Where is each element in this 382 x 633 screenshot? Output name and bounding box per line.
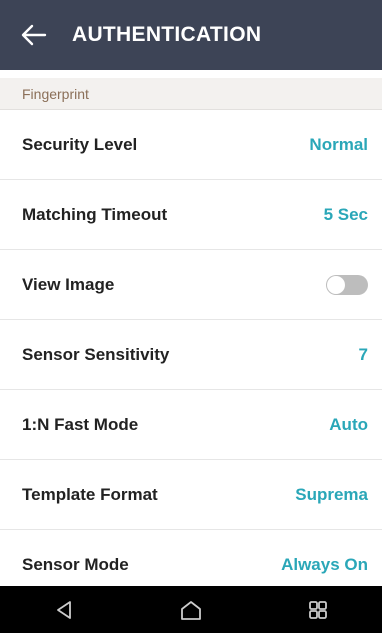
setting-fast-mode[interactable]: 1:N Fast Mode Auto [0, 390, 382, 460]
toggle-knob [327, 275, 345, 294]
system-nav-bar [0, 586, 382, 633]
view-image-toggle[interactable] [326, 274, 368, 295]
section-label: Fingerprint [22, 85, 89, 102]
setting-label: Security Level [22, 134, 138, 154]
setting-security-level[interactable]: Security Level Normal [0, 110, 382, 180]
nav-home-icon[interactable] [161, 586, 221, 633]
setting-label: Template Format [22, 484, 158, 504]
setting-value: Always On [281, 555, 368, 574]
setting-value: 5 Sec [323, 204, 368, 224]
settings-list: Security Level Normal Matching Timeout 5… [0, 110, 382, 600]
setting-view-image[interactable]: View Image [0, 250, 382, 320]
setting-label: Matching Timeout [22, 204, 168, 224]
setting-value: 7 [358, 344, 368, 364]
setting-value: Normal [309, 134, 368, 154]
nav-recents-icon[interactable] [288, 586, 348, 633]
nav-back-icon[interactable] [34, 586, 94, 633]
back-arrow-icon[interactable] [8, 0, 60, 70]
setting-matching-timeout[interactable]: Matching Timeout 5 Sec [0, 180, 382, 250]
setting-label: 1:N Fast Mode [22, 414, 139, 434]
setting-label: Sensor Mode [22, 555, 129, 574]
page-title: AUTHENTICATION [72, 23, 262, 46]
setting-label: Sensor Sensitivity [22, 344, 170, 364]
setting-label: View Image [22, 274, 115, 294]
authentication-screen: AUTHENTICATION Fingerprint Security Leve… [0, 0, 382, 633]
setting-value: Suprema [295, 484, 368, 504]
setting-sensor-sensitivity[interactable]: Sensor Sensitivity 7 [0, 320, 382, 390]
app-bar: AUTHENTICATION [0, 0, 382, 70]
setting-template-format[interactable]: Template Format Suprema [0, 460, 382, 530]
setting-value: Auto [329, 414, 368, 434]
section-header-fingerprint: Fingerprint [0, 78, 382, 110]
